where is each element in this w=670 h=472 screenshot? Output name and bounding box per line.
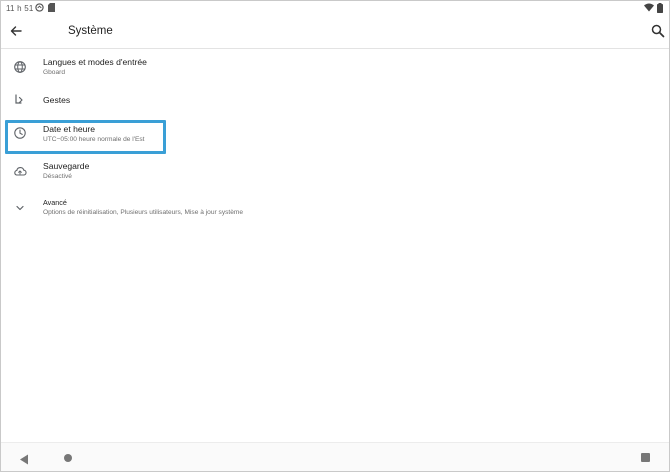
back-button[interactable] [7,22,25,40]
settings-item-backup[interactable]: Sauvegarde Désactivé [1,157,669,187]
nav-back-button[interactable] [19,452,29,465]
status-bar: 11 h 51 [1,1,669,15]
globe-icon [13,60,27,74]
settings-item-languages[interactable]: Langues et modes d'entrée Gboard [1,53,669,83]
app-bar: Système [1,15,669,49]
sd-card-icon [48,3,55,14]
settings-item-gestures[interactable]: Gestes [1,89,669,113]
item-title: Date et heure [43,124,96,134]
search-button[interactable] [650,23,666,39]
item-title: Sauvegarde [43,161,90,171]
item-title: Avancé [43,198,67,207]
clock-icon [13,126,27,140]
settings-item-advanced[interactable]: Avancé Options de réinitialisation, Plus… [1,194,669,224]
nav-recent-icon[interactable] [641,453,650,462]
chevron-down-icon [13,201,27,215]
item-title: Gestes [43,95,71,105]
nav-back-icon [20,454,28,465]
page-title: Système [68,25,113,37]
nav-home-icon[interactable] [64,454,72,462]
item-subtitle: Gboard [43,69,65,76]
sync-circle-icon [35,3,44,14]
wifi-icon [644,3,654,14]
status-time: 11 h 51 [6,4,34,13]
cloud-backup-icon [13,164,27,178]
item-subtitle: UTC−05:00 heure normale de l'Est [43,136,145,143]
battery-icon [657,3,663,15]
gesture-icon [13,93,27,107]
item-title: Langues et modes d'entrée [43,57,147,67]
navigation-bar [1,442,669,471]
settings-item-date-time[interactable]: Date et heure UTC−05:00 heure normale de… [1,119,669,149]
search-icon [651,24,665,38]
screen: 11 h 51 Système Langues et modes d'entré… [0,0,670,472]
arrow-back-icon [10,26,22,36]
item-subtitle: Désactivé [43,173,72,180]
item-subtitle: Options de réinitialisation, Plusieurs u… [43,209,244,216]
